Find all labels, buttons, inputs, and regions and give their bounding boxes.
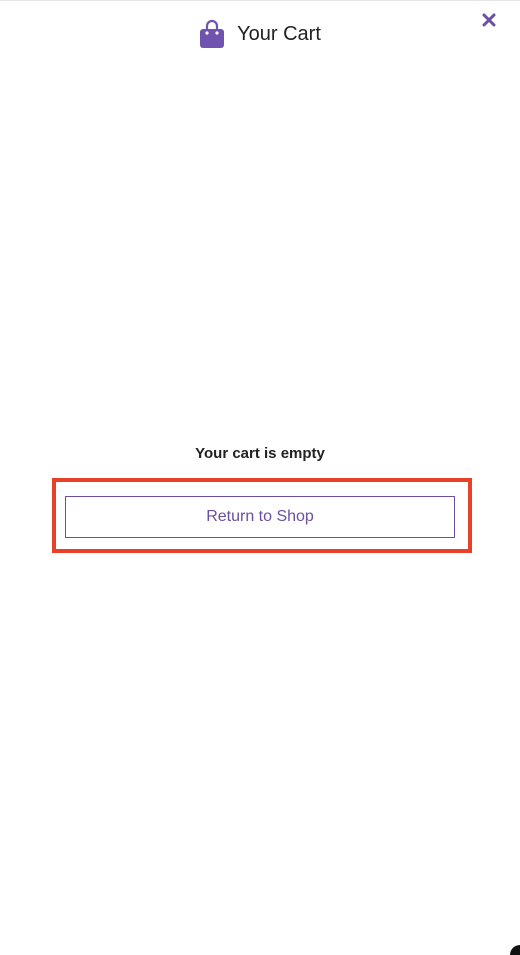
cart-header: Your Cart (0, 1, 520, 73)
cart-drawer: Your Cart Your cart is empty Return to S… (0, 0, 520, 955)
cart-title: Your Cart (237, 23, 321, 45)
window-corner (510, 945, 520, 955)
header-title-group: Your Cart (0, 19, 520, 49)
empty-cart-message: Your cart is empty (195, 445, 325, 462)
shopping-bag-icon (199, 19, 225, 49)
return-to-shop-button[interactable]: Return to Shop (65, 496, 455, 538)
close-button[interactable] (478, 11, 500, 33)
close-icon (482, 13, 496, 32)
